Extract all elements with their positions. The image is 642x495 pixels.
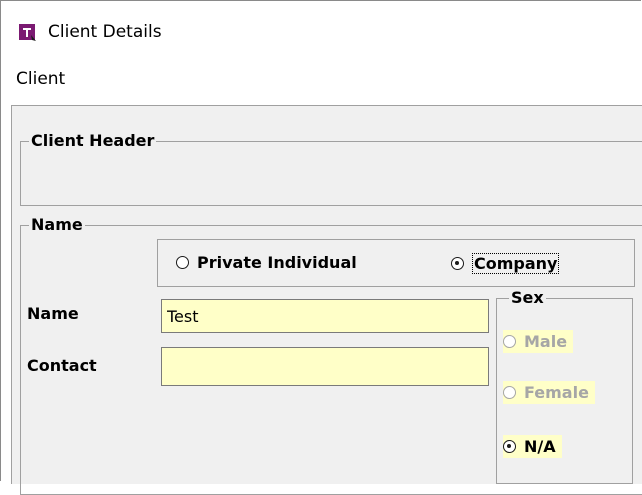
app-icon [19,24,36,41]
client-details-window: Client Details Client Client Header Name… [0,0,642,495]
name-input[interactable] [161,299,489,333]
client-form: Client Header Name Private Individual Co… [11,105,642,495]
radio-circle-icon [176,256,189,269]
radio-selected-icon [451,257,464,270]
male-label: Male [524,332,568,351]
radio-circle-icon [503,335,516,348]
name-label: Name [27,304,79,323]
client-header-group: Client Header [20,131,642,206]
radio-selected-icon [503,440,516,453]
private-individual-radio[interactable]: Private Individual [176,253,357,272]
menu-client[interactable]: Client [14,69,67,89]
male-option: Male [503,330,574,353]
na-label: N/A [524,437,556,456]
name-group-legend: Name [29,215,85,235]
private-individual-label: Private Individual [197,253,357,272]
male-radio[interactable]: Male [503,330,574,353]
radio-circle-icon [503,386,516,399]
company-label: Company [472,253,560,274]
female-label: Female [524,383,589,402]
na-radio[interactable]: N/A [503,435,562,458]
contact-label: Contact [27,356,97,375]
title-bar: Client Details [1,1,642,59]
female-radio[interactable]: Female [503,381,595,404]
menu-bar: Client [1,63,642,99]
na-option: N/A [503,435,562,458]
client-header-legend: Client Header [29,131,157,151]
sex-group-legend: Sex [509,288,546,308]
female-option: Female [503,381,595,404]
window-title: Client Details [48,22,162,42]
company-radio[interactable]: Company [451,253,560,274]
contact-input[interactable] [161,347,489,386]
